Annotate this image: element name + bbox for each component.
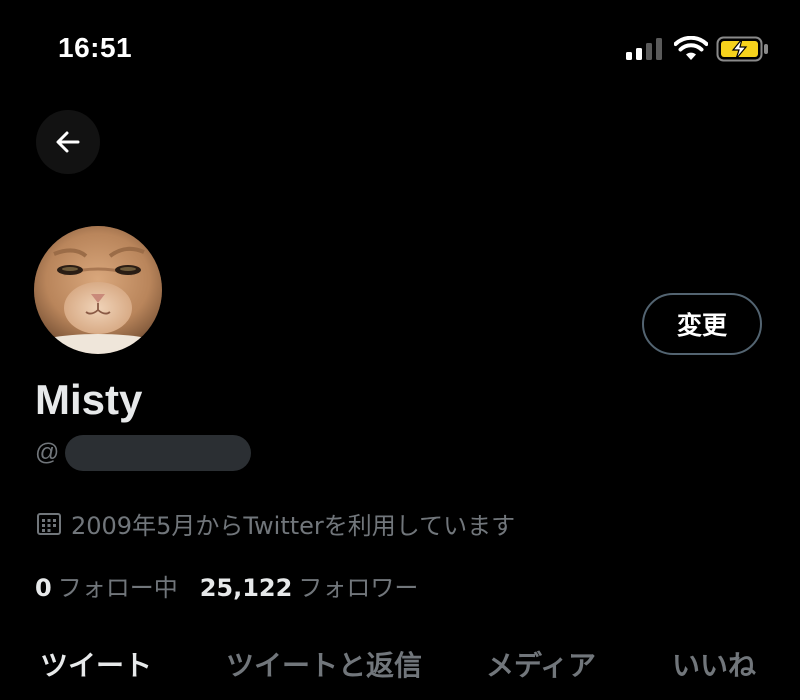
joined-date: 2009年5月からTwitterを利用しています — [35, 506, 515, 541]
tab-tweets-and-replies[interactable]: ツイートと返信 — [226, 644, 422, 684]
following-link[interactable]: 0 フォロー中 — [35, 568, 178, 603]
following-count: 0 — [35, 574, 52, 602]
avatar[interactable] — [34, 226, 162, 354]
followers-count: 25,122 — [199, 574, 293, 602]
followers-label: フォロワー — [298, 574, 419, 602]
tab-tweets[interactable]: ツイート — [40, 644, 152, 684]
status-bar: 16:51 — [0, 0, 800, 100]
handle-redacted — [65, 435, 252, 471]
following-label: フォロー中 — [57, 574, 178, 602]
back-button[interactable] — [36, 110, 100, 174]
status-time: 16:51 — [58, 32, 133, 63]
handle: @ — [35, 434, 252, 472]
signal-icon — [626, 38, 662, 60]
handle-prefix: @ — [35, 439, 60, 466]
wifi-icon — [674, 36, 708, 60]
follow-stats: 0 フォロー中 25,122 フォロワー — [35, 568, 418, 603]
joined-text: 2009年5月からTwitterを利用しています — [71, 512, 516, 540]
arrow-left-icon — [56, 131, 80, 153]
tab-likes[interactable]: いいね — [672, 644, 756, 684]
battery-charging-icon — [716, 36, 768, 62]
followers-link[interactable]: 25,122 フォロワー — [200, 568, 419, 603]
edit-profile-button[interactable]: 変更 — [642, 293, 762, 355]
profile-tabs: ツイート ツイートと返信 メディア いいね — [0, 640, 800, 700]
avatar-cat-image — [34, 226, 162, 354]
calendar-icon — [37, 512, 61, 535]
tab-media[interactable]: メディア — [486, 644, 596, 684]
display-name: Misty — [35, 376, 143, 423]
